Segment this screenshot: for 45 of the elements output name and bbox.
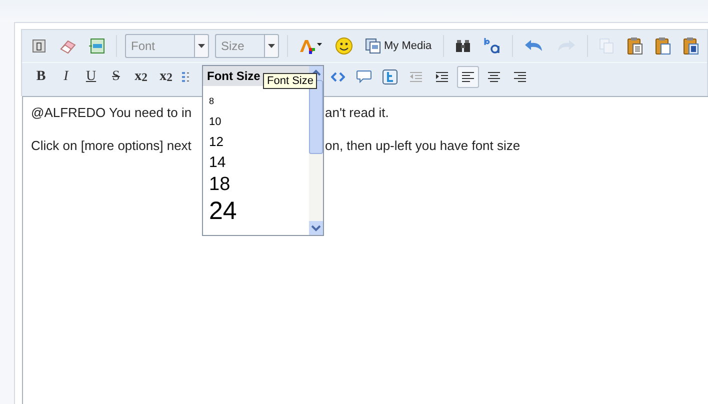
size-option[interactable]: 10 bbox=[203, 106, 309, 128]
list-icon bbox=[181, 70, 189, 84]
bold-button[interactable]: B bbox=[30, 66, 52, 88]
editor-text: @ALFREDO You need to in bbox=[31, 105, 193, 122]
size-option[interactable]: 24 bbox=[203, 196, 309, 226]
binoculars-icon bbox=[454, 39, 471, 53]
eraser-icon bbox=[59, 38, 77, 54]
media-icon bbox=[365, 38, 381, 54]
undo-icon bbox=[524, 39, 544, 53]
my-media-button[interactable]: My Media bbox=[362, 35, 435, 57]
indent-icon bbox=[435, 71, 449, 83]
outdent-icon bbox=[409, 71, 423, 83]
page-icon bbox=[32, 39, 46, 53]
italic-button[interactable]: I bbox=[55, 66, 77, 88]
align-right-icon bbox=[513, 71, 527, 83]
size-option[interactable]: 18 bbox=[203, 171, 309, 196]
tooltip: Font Size bbox=[263, 73, 318, 89]
code-icon bbox=[331, 72, 345, 82]
copy-icon bbox=[598, 38, 615, 54]
editor-text: on, then up-left you have font size bbox=[325, 138, 520, 155]
smiley-icon bbox=[335, 37, 353, 55]
editor-text: Click on [more options] next bbox=[31, 138, 192, 155]
speech-bubble-icon bbox=[356, 70, 372, 84]
spellcheck-icon bbox=[482, 37, 501, 55]
align-left-icon bbox=[461, 71, 475, 83]
align-center-icon bbox=[487, 71, 501, 83]
paste-icon bbox=[654, 37, 671, 55]
strike-button[interactable]: S bbox=[105, 66, 127, 88]
underline-button[interactable]: U bbox=[80, 66, 102, 88]
size-option[interactable]: 14 bbox=[203, 149, 309, 171]
size-option[interactable]: 12 bbox=[203, 128, 309, 149]
scroll-down-icon bbox=[309, 221, 323, 235]
align-left-button[interactable] bbox=[457, 66, 479, 88]
dropdown-arrow-button[interactable] bbox=[194, 34, 209, 58]
paste-icon bbox=[626, 37, 643, 55]
dropdown-arrow-button[interactable] bbox=[264, 34, 279, 58]
font-field[interactable]: Font bbox=[125, 34, 194, 58]
caret-icon bbox=[198, 44, 205, 48]
paste-icon bbox=[682, 37, 699, 55]
caret-icon bbox=[268, 44, 275, 48]
table-icon bbox=[89, 38, 105, 54]
editor-text: an't read it. bbox=[325, 105, 389, 122]
size-field[interactable]: Size bbox=[215, 34, 264, 58]
font-color-icon bbox=[299, 38, 323, 54]
bird-box-icon bbox=[382, 69, 398, 85]
